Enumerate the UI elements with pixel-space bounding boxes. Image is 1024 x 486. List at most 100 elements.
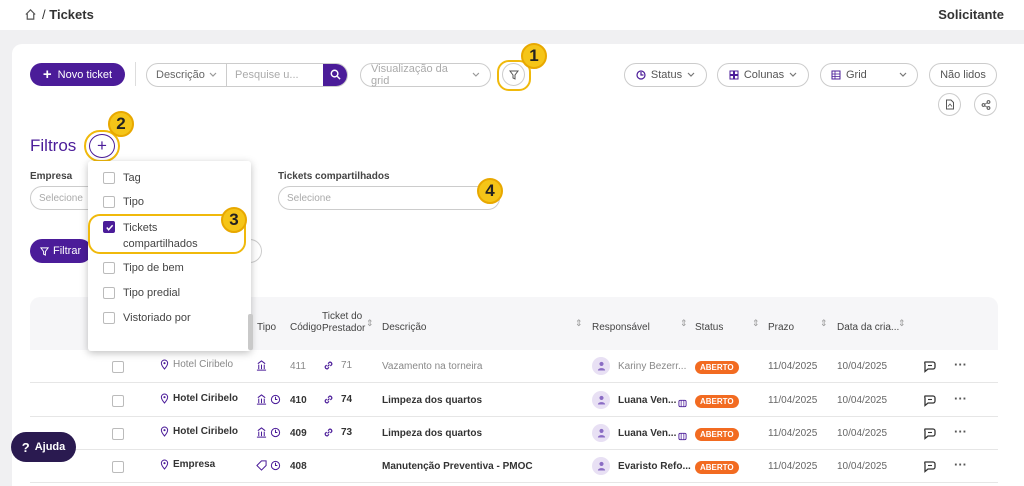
building-icon bbox=[256, 427, 267, 438]
col-descricao[interactable]: Descrição bbox=[382, 322, 426, 333]
chat-icon[interactable] bbox=[923, 427, 937, 445]
filter-options-dropdown: Tag Tipo Tickets compartilhados Tipo de … bbox=[88, 161, 251, 351]
checkbox[interactable] bbox=[103, 312, 115, 324]
sort-icon[interactable]: ⇕ bbox=[366, 318, 374, 329]
checkbox[interactable] bbox=[103, 196, 115, 208]
chat-icon[interactable] bbox=[923, 460, 937, 478]
checkbox[interactable] bbox=[103, 287, 115, 299]
checkbox[interactable] bbox=[103, 262, 115, 274]
type-cell bbox=[256, 460, 281, 471]
deadline-cell: 11/04/2025 bbox=[768, 361, 818, 372]
chat-icon[interactable] bbox=[923, 360, 937, 378]
option-vistoriado-por[interactable]: Vistoriado por bbox=[103, 312, 191, 324]
help-button[interactable]: ? Ajuda bbox=[11, 432, 76, 462]
location-pin-icon bbox=[160, 393, 169, 404]
provider-ticket-number: 74 bbox=[341, 394, 353, 405]
responsible-cell: Kariny Bezerr... bbox=[592, 357, 686, 375]
created-date-cell: 10/04/2025 bbox=[837, 428, 888, 439]
apply-filter-button[interactable]: Filtrar bbox=[30, 239, 92, 263]
description-cell[interactable]: Vazamento na torneira bbox=[382, 361, 482, 372]
link-icon bbox=[324, 395, 333, 404]
responsible-cell: Luana Ven... bbox=[592, 424, 676, 442]
filter-icon bbox=[508, 70, 519, 80]
location-text: Empresa bbox=[173, 459, 216, 470]
chat-icon[interactable] bbox=[923, 394, 937, 412]
table-row[interactable]: Hotel Ciribelo 410 74 Limpeza dos quarto… bbox=[30, 384, 998, 417]
row-checkbox[interactable] bbox=[112, 361, 124, 373]
sort-icon[interactable]: ⇕ bbox=[898, 318, 906, 329]
callout-2: 2 bbox=[108, 111, 134, 137]
sort-icon[interactable]: ⇕ bbox=[680, 318, 688, 329]
search-button[interactable] bbox=[323, 64, 347, 86]
table-row[interactable]: Hotel Ciribelo 411 71 Vazamento na torne… bbox=[30, 350, 998, 383]
new-ticket-label: Novo ticket bbox=[57, 68, 113, 81]
row-checkbox[interactable] bbox=[112, 395, 124, 407]
table-row[interactable]: Hotel Ciribelo 409 73 Limpeza dos quarto… bbox=[30, 417, 998, 450]
status-label: Status bbox=[650, 69, 683, 81]
provider-ticket-cell: 74 bbox=[322, 393, 352, 406]
user-icon bbox=[597, 461, 605, 471]
user-role[interactable]: Solicitante bbox=[938, 7, 1004, 22]
sort-icon[interactable]: ⇕ bbox=[820, 318, 828, 329]
add-filter-button[interactable]: + bbox=[89, 134, 115, 158]
description-cell[interactable]: Limpeza dos quartos bbox=[382, 428, 482, 439]
more-options-icon[interactable]: ··· bbox=[954, 357, 967, 372]
share-button[interactable] bbox=[974, 93, 997, 116]
row-checkbox[interactable] bbox=[112, 461, 124, 473]
grid-view-select[interactable]: Visualização da grid bbox=[360, 63, 491, 87]
description-cell[interactable]: Manutenção Preventiva - PMOC bbox=[382, 461, 533, 472]
created-date-cell: 10/04/2025 bbox=[837, 395, 888, 406]
option-tipo[interactable]: Tipo bbox=[103, 196, 144, 208]
search-input[interactable]: Pesquise u... bbox=[227, 64, 323, 86]
sort-icon[interactable]: ⇕ bbox=[752, 318, 760, 329]
option-tipo-de-bem[interactable]: Tipo de bem bbox=[103, 262, 184, 274]
unread-button[interactable]: Não lidos bbox=[929, 63, 997, 87]
status-icon bbox=[636, 70, 646, 80]
filter-icon bbox=[40, 246, 49, 256]
dropdown-scrollbar[interactable] bbox=[248, 314, 253, 350]
row-checkbox[interactable] bbox=[112, 428, 124, 440]
shared-tickets-select[interactable]: Selecione bbox=[278, 186, 500, 210]
columns-dropdown[interactable]: Colunas bbox=[717, 63, 809, 87]
checkbox[interactable] bbox=[103, 172, 115, 184]
deadline-cell: 11/04/2025 bbox=[768, 395, 818, 406]
table-row[interactable]: Empresa 408 Manutenção Preventiva - PMOC… bbox=[30, 450, 998, 483]
pdf-icon bbox=[945, 99, 954, 110]
type-cell bbox=[256, 427, 281, 438]
col-tipo[interactable]: Tipo bbox=[257, 322, 276, 333]
responsible-name: Evaristo Refo... bbox=[618, 460, 691, 472]
col-responsavel[interactable]: Responsável bbox=[592, 322, 650, 333]
created-date-cell: 10/04/2025 bbox=[837, 461, 888, 472]
location-text: Hotel Ciribelo bbox=[173, 393, 239, 404]
sort-icon[interactable]: ⇕ bbox=[575, 318, 583, 329]
grid-icon bbox=[831, 70, 841, 80]
chevron-down-icon bbox=[899, 72, 907, 77]
col-prazo[interactable]: Prazo bbox=[768, 322, 794, 333]
more-options-icon[interactable]: ··· bbox=[954, 424, 967, 439]
description-cell[interactable]: Limpeza dos quartos bbox=[382, 395, 482, 406]
more-options-icon[interactable]: ··· bbox=[954, 457, 967, 472]
callout-1: 1 bbox=[521, 43, 547, 69]
col-data-criacao[interactable]: Data da cria... bbox=[837, 322, 899, 333]
breadcrumb-current: Tickets bbox=[49, 7, 94, 22]
col-codigo[interactable]: Código bbox=[290, 322, 322, 333]
type-cell bbox=[256, 360, 267, 371]
option-label: Vistoriado por bbox=[123, 312, 191, 324]
search-field-select[interactable]: Descrição bbox=[147, 64, 227, 86]
type-cell bbox=[256, 394, 281, 405]
filter-button[interactable] bbox=[502, 63, 525, 86]
status-dropdown[interactable]: Status bbox=[624, 63, 707, 87]
card-icon bbox=[678, 432, 687, 441]
help-label: Ajuda bbox=[34, 441, 66, 453]
chevron-down-icon bbox=[209, 72, 217, 77]
option-tag[interactable]: Tag bbox=[103, 172, 141, 184]
option-tipo-predial[interactable]: Tipo predial bbox=[103, 287, 180, 299]
home-icon[interactable] bbox=[24, 8, 37, 21]
col-status[interactable]: Status bbox=[695, 322, 723, 333]
new-ticket-button[interactable]: + Novo ticket bbox=[30, 63, 125, 86]
status-badge: ABERTO bbox=[695, 395, 739, 408]
more-options-icon[interactable]: ··· bbox=[954, 391, 967, 406]
grid-dropdown[interactable]: Grid bbox=[820, 63, 918, 87]
export-pdf-button[interactable] bbox=[938, 93, 961, 116]
col-ticket-prestador[interactable]: Ticket do Prestador bbox=[322, 311, 366, 335]
